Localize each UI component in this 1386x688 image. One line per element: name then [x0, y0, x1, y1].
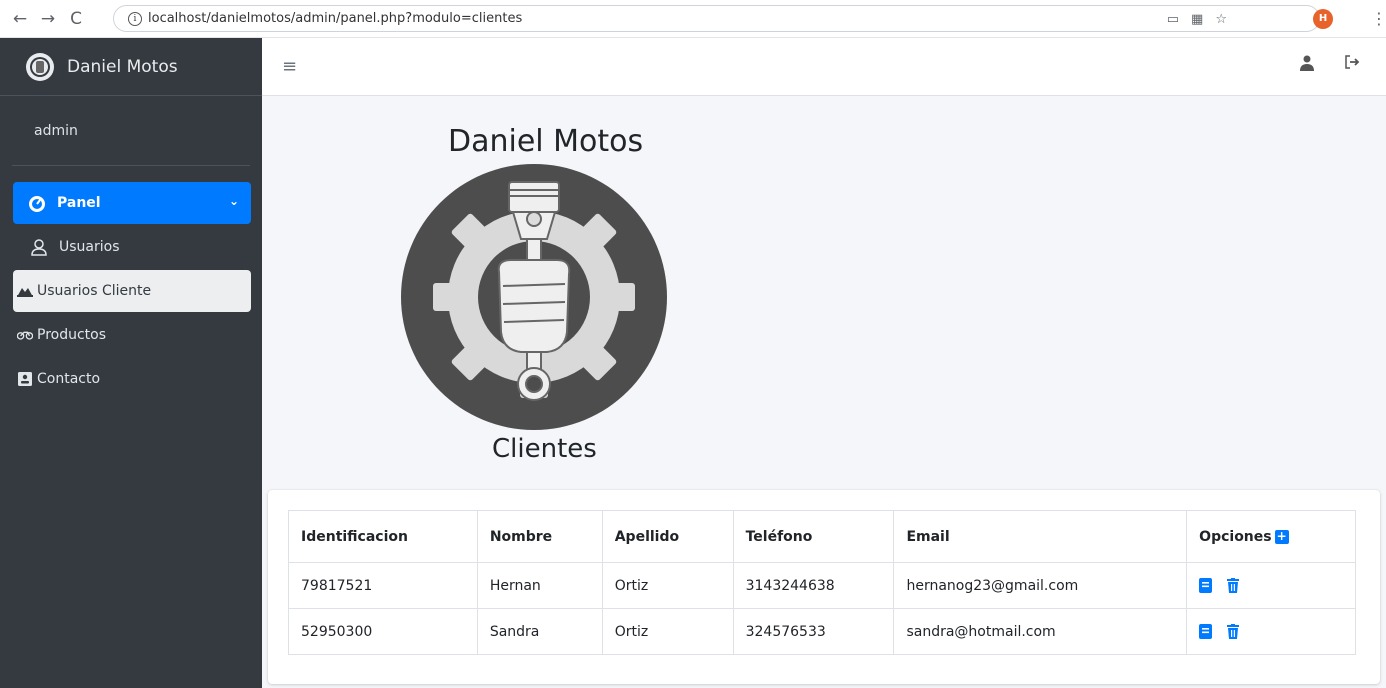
company-logo [401, 164, 667, 430]
cell-telefono: 3143244638 [732, 562, 895, 609]
url-text: localhost/danielmotos/admin/panel.php?mo… [148, 11, 523, 26]
user-panel[interactable]: admin [12, 96, 250, 166]
sidebar-item-panel[interactable]: Panel ⌄ [13, 182, 251, 224]
cell-email: sandra@hotmail.com [893, 608, 1188, 655]
cell-opciones [1186, 608, 1356, 655]
profile-avatar[interactable]: H [1313, 9, 1333, 29]
edit-icon[interactable] [1199, 624, 1213, 639]
table-row: 52950300 Sandra Ortiz 324576533 sandra@h… [288, 608, 1356, 655]
browser-menu-icon[interactable]: ⋮ [1371, 9, 1386, 28]
table-row: 79817521 Hernan Ortiz 3143244638 hernano… [288, 562, 1356, 609]
column-header-email: Email [893, 510, 1188, 563]
cell-nombre: Sandra [476, 608, 603, 655]
sidebar-item-usuarios-cliente[interactable]: Usuarios Cliente [13, 270, 251, 312]
user-group-icon [17, 288, 33, 297]
trash-icon[interactable] [1226, 624, 1239, 639]
cell-telefono: 324576533 [732, 608, 895, 655]
sidebar-item-label: Productos [37, 327, 107, 343]
cell-email: hernanog23@gmail.com [893, 562, 1188, 609]
column-header-nombre: Nombre [476, 510, 603, 563]
clients-card: Identificacion Nombre Apellido Teléfono … [268, 490, 1380, 684]
qr-icon[interactable]: ▦ [1191, 12, 1203, 27]
clients-table: Identificacion Nombre Apellido Teléfono … [288, 510, 1356, 655]
trash-icon[interactable] [1226, 578, 1239, 593]
back-icon[interactable]: ← [8, 9, 32, 29]
sidebar-item-productos[interactable]: Productos [13, 314, 251, 356]
bookmark-star-icon[interactable]: ☆ [1215, 12, 1227, 27]
sidebar-item-label: Panel [57, 195, 101, 211]
user-outline-icon [31, 239, 47, 256]
opciones-label: Opciones [1199, 528, 1272, 545]
page-title: Daniel Motos [448, 124, 644, 159]
hamburger-menu-icon[interactable]: ≡ [282, 56, 297, 77]
user-name: admin [34, 122, 78, 139]
dashboard-icon [29, 196, 45, 212]
cell-opciones [1186, 562, 1356, 609]
table-header-row: Identificacion Nombre Apellido Teléfono … [288, 510, 1356, 563]
sidebar-item-label: Usuarios Cliente [37, 283, 152, 299]
user-icon[interactable] [1300, 55, 1314, 71]
main-content: Daniel Motos Clientes Identificacion Nom… [262, 96, 1386, 688]
sidebar-item-label: Usuarios [59, 239, 120, 255]
cell-apellido: Ortiz [601, 562, 734, 609]
sidebar-item-usuarios[interactable]: Usuarios [13, 226, 251, 268]
logout-icon[interactable] [1344, 55, 1360, 69]
brand-name: Daniel Motos [67, 56, 178, 77]
cell-nombre: Hernan [476, 562, 603, 609]
sidebar-item-label: Contacto [37, 371, 101, 387]
chevron-down-icon: ⌄ [228, 194, 239, 208]
sidebar-menu: Panel ⌄ Usuarios Usuarios Cliente Produc… [0, 166, 262, 400]
cell-apellido: Ortiz [601, 608, 734, 655]
cast-icon[interactable]: ▭ [1167, 12, 1179, 27]
column-header-telefono: Teléfono [732, 510, 895, 563]
browser-toolbar: ← → C i localhost/danielmotos/admin/pane… [0, 0, 1386, 38]
column-header-opciones: Opciones + [1186, 510, 1356, 563]
forward-icon[interactable]: → [36, 9, 60, 29]
address-bar[interactable]: i localhost/danielmotos/admin/panel.php?… [113, 5, 1320, 32]
column-header-apellido: Apellido [601, 510, 734, 563]
edit-icon[interactable] [1199, 578, 1213, 593]
column-header-identificacion: Identificacion [288, 510, 478, 563]
cell-identificacion: 79817521 [288, 562, 478, 609]
motorcycle-icon [17, 331, 33, 340]
section-title: Clientes [492, 434, 597, 464]
reload-icon[interactable]: C [64, 9, 88, 29]
cell-identificacion: 52950300 [288, 608, 478, 655]
sidebar-brand[interactable]: Daniel Motos [0, 38, 262, 96]
sidebar: Daniel Motos admin Panel ⌄ Usuarios Usua… [0, 38, 262, 688]
sidebar-item-contacto[interactable]: Contacto [13, 358, 251, 400]
contact-card-icon [18, 372, 32, 386]
site-info-icon[interactable]: i [128, 11, 142, 26]
top-navbar: ≡ [262, 38, 1386, 96]
brand-logo-icon [26, 52, 54, 81]
add-client-icon[interactable]: + [1274, 529, 1289, 544]
